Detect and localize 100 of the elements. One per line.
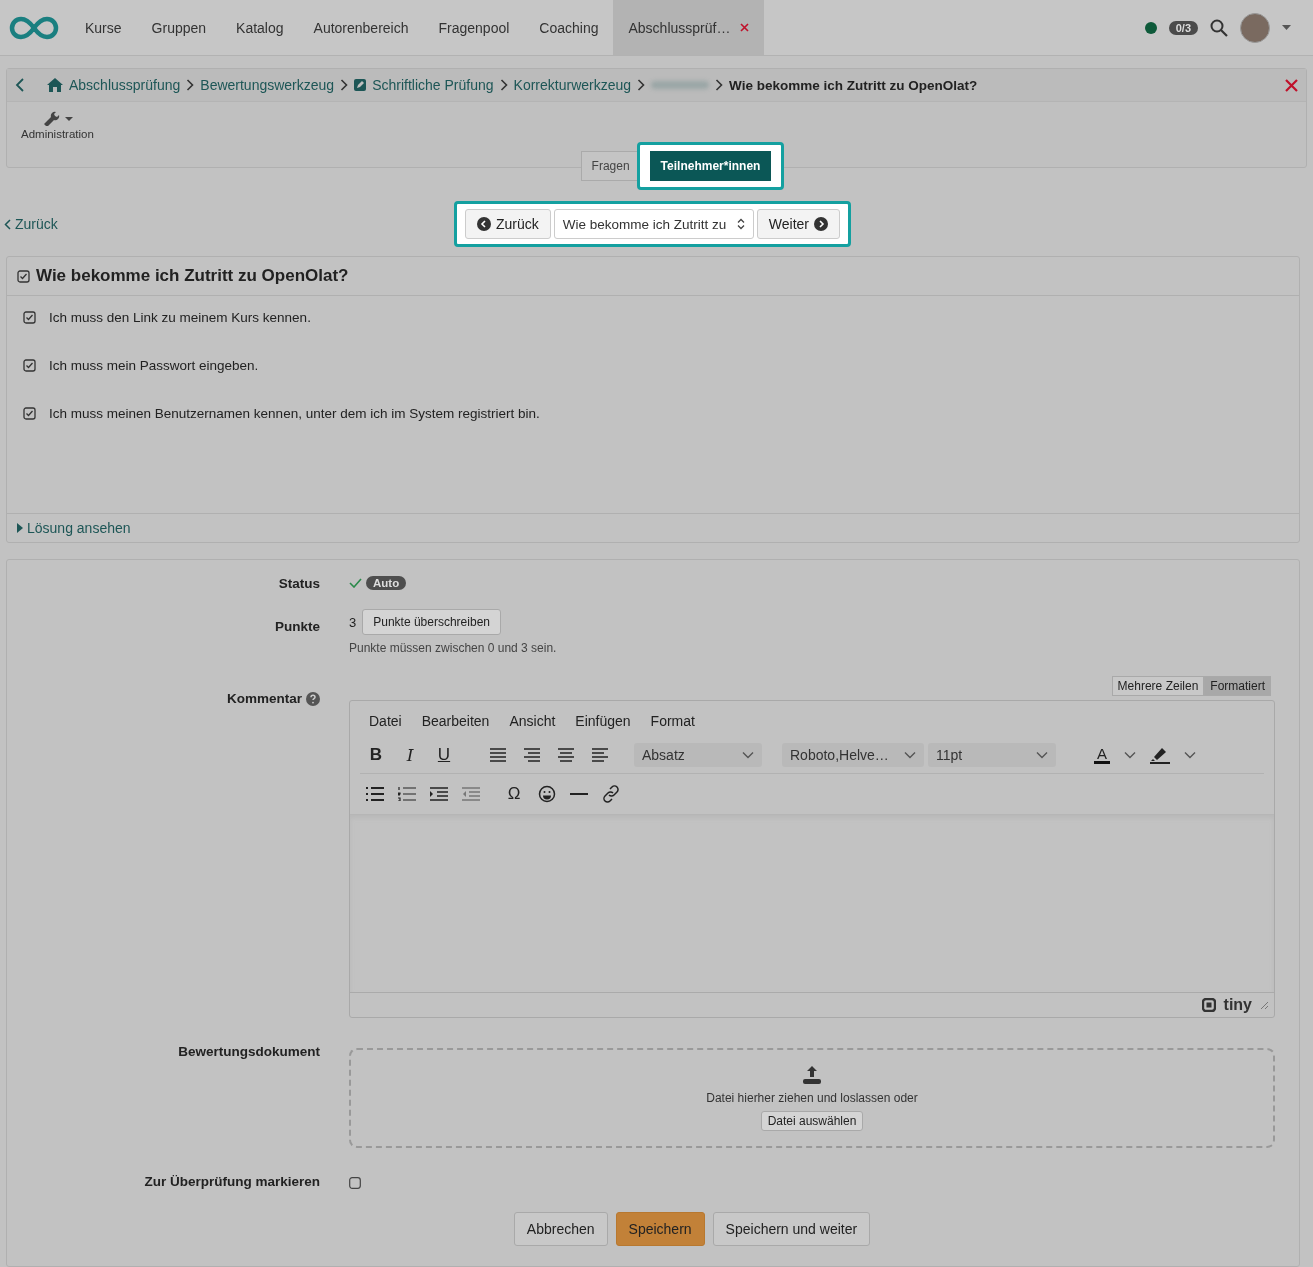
question-title: Wie bekomme ich Zutritt zu OpenOlat? — [36, 266, 349, 286]
help-icon[interactable] — [306, 691, 320, 706]
chevron-down-icon — [904, 751, 916, 759]
text-color-button[interactable]: A — [1094, 746, 1110, 764]
chevron-right-icon — [340, 79, 349, 91]
triangle-right-icon — [17, 523, 23, 533]
format-button[interactable]: U — [434, 745, 454, 765]
checkbox[interactable] — [349, 1177, 361, 1189]
up-down-arrows-icon — [736, 218, 745, 230]
solution-link[interactable]: Lösung ansehen — [7, 514, 1299, 542]
editor-menu[interactable]: Datei — [369, 713, 402, 729]
choose-file-button[interactable]: Datei auswählen — [760, 1111, 864, 1131]
points-label: Punkte — [274, 619, 320, 634]
nav-tab-label: Gruppen — [151, 19, 207, 36]
avatar[interactable] — [1240, 12, 1270, 43]
home-icon — [47, 78, 63, 92]
nav-tab[interactable]: Autorenbereich — [298, 0, 424, 55]
check-icon — [349, 577, 362, 588]
caret-icon[interactable] — [1282, 25, 1291, 30]
editor-menu[interactable]: Format — [650, 713, 695, 729]
points-hint: Punkte müssen zwischen 0 und 3 sein. — [349, 641, 558, 655]
block-format-select[interactable]: Absatz — [634, 743, 762, 767]
chevron-down-icon — [1184, 751, 1196, 759]
file-drop-zone[interactable]: Datei hierher ziehen und loslassen oder Datei auswählen — [349, 1048, 1275, 1148]
editor-menu[interactable]: Ansicht — [509, 713, 556, 729]
nav-tab-label: Coaching — [539, 19, 599, 36]
option-text: Ich muss mein Passwort eingeben. — [49, 358, 259, 373]
form-button[interactable]: Speichern und weiter — [712, 1212, 871, 1246]
link-icon[interactable] — [602, 785, 620, 803]
nav-tab-label: Fragenpool — [438, 19, 510, 36]
breadcrumb-link[interactable]: Korrekturwerkzeug — [513, 77, 632, 93]
blurred-crumb — [651, 81, 710, 89]
editor-mode-tab[interactable]: Formatiert — [1204, 676, 1271, 696]
status-badge: Auto — [366, 575, 407, 590]
circle-arrow-left-icon — [477, 217, 491, 231]
align-center-icon[interactable] — [556, 748, 576, 762]
editor-menu[interactable]: Bearbeiten — [421, 713, 490, 729]
nav-tab-label: Abschlussprüf… — [628, 19, 731, 36]
comment-label: Kommentar — [227, 691, 302, 706]
nav-tab[interactable]: Gruppen — [136, 0, 222, 55]
breadcrumb-link[interactable]: Schriftliche Prüfung — [354, 77, 494, 93]
format-button[interactable]: B — [366, 745, 386, 765]
next-button[interactable]: Weiter — [756, 209, 840, 239]
editor-menu[interactable]: Einfügen — [575, 713, 631, 729]
emoji-icon[interactable] — [538, 785, 556, 803]
checkbox-icon[interactable] — [23, 359, 36, 372]
editor-mode-tab[interactable]: Mehrere Zeilen — [1111, 676, 1205, 696]
nav-tab[interactable]: Coaching — [524, 0, 614, 55]
close-icon[interactable] — [740, 23, 750, 32]
resize-handle-icon[interactable] — [1260, 1001, 1268, 1009]
nav-tab-label: Kurse — [85, 19, 122, 36]
breadcrumb-link[interactable]: Bewertungswerkzeug — [200, 77, 335, 93]
align-right-icon[interactable] — [522, 748, 542, 762]
horizontal-line-icon[interactable] — [570, 792, 588, 796]
question-select[interactable]: Wie bekomme ich Zutritt zu — [553, 209, 754, 239]
save-button[interactable]: Speichern — [615, 1212, 705, 1246]
align-left-icon[interactable] — [590, 748, 610, 762]
editor-brand: tiny — [1223, 996, 1252, 1014]
checkbox-icon[interactable] — [23, 407, 36, 420]
counter-badge[interactable]: 0/3 — [1168, 20, 1198, 35]
nav-tab[interactable]: Fragenpool — [423, 0, 525, 55]
back-icon[interactable] — [15, 78, 25, 92]
chevron-down-icon — [742, 751, 754, 759]
question-icon[interactable] — [17, 269, 30, 283]
breadcrumb-link[interactable]: Abschlussprüfung — [47, 77, 181, 93]
logo-icon[interactable] — [8, 14, 60, 41]
upload-icon — [802, 1065, 822, 1085]
highlighter-icon[interactable] — [1150, 746, 1170, 764]
checkbox-icon[interactable] — [23, 311, 36, 324]
segment-tab[interactable]: Teilnehmer*innen — [649, 151, 772, 181]
nav-tab[interactable]: Abschlussprüf… — [613, 0, 765, 55]
override-points-button[interactable]: Punkte überschreiben — [362, 609, 501, 635]
form-button[interactable]: Abbrechen — [513, 1212, 608, 1246]
nav-tab[interactable]: Kurse — [70, 0, 137, 55]
format-button[interactable]: I — [400, 745, 420, 765]
nav-tab-label: Autorenbereich — [313, 19, 409, 36]
font-select[interactable]: Roboto,Helve… — [782, 743, 924, 767]
nav-tab[interactable]: Katalog — [221, 0, 299, 55]
chevron-right-icon — [186, 79, 195, 91]
numbered-list-icon[interactable] — [398, 787, 416, 801]
close-icon[interactable] — [1285, 78, 1298, 92]
administration-button[interactable]: Administration — [21, 108, 94, 140]
back-link[interactable]: Zurück — [4, 216, 454, 232]
previous-button[interactable]: Zurück — [465, 209, 551, 239]
document-label: Bewertungsdokument — [177, 1044, 320, 1059]
align-justify-icon[interactable] — [488, 748, 508, 762]
nav-tab-label: Katalog — [236, 19, 284, 36]
font-size-select[interactable]: 11pt — [928, 743, 1056, 767]
circle-arrow-right-icon — [814, 217, 828, 231]
bullet-list-icon[interactable] — [366, 787, 384, 801]
special-character-button[interactable]: Ω — [504, 784, 524, 804]
status-label: Status — [277, 576, 320, 591]
outdent-icon[interactable] — [462, 787, 480, 801]
chevron-right-icon — [715, 79, 724, 91]
brand-icon — [1201, 998, 1216, 1012]
search-icon[interactable] — [1210, 18, 1228, 37]
indent-icon[interactable] — [430, 787, 448, 801]
chevron-down-icon — [1036, 751, 1048, 759]
chevron-down-icon — [1124, 751, 1136, 759]
breadcrumb-current: Wie bekomme ich Zutritt zu OpenOlat? — [729, 77, 978, 93]
